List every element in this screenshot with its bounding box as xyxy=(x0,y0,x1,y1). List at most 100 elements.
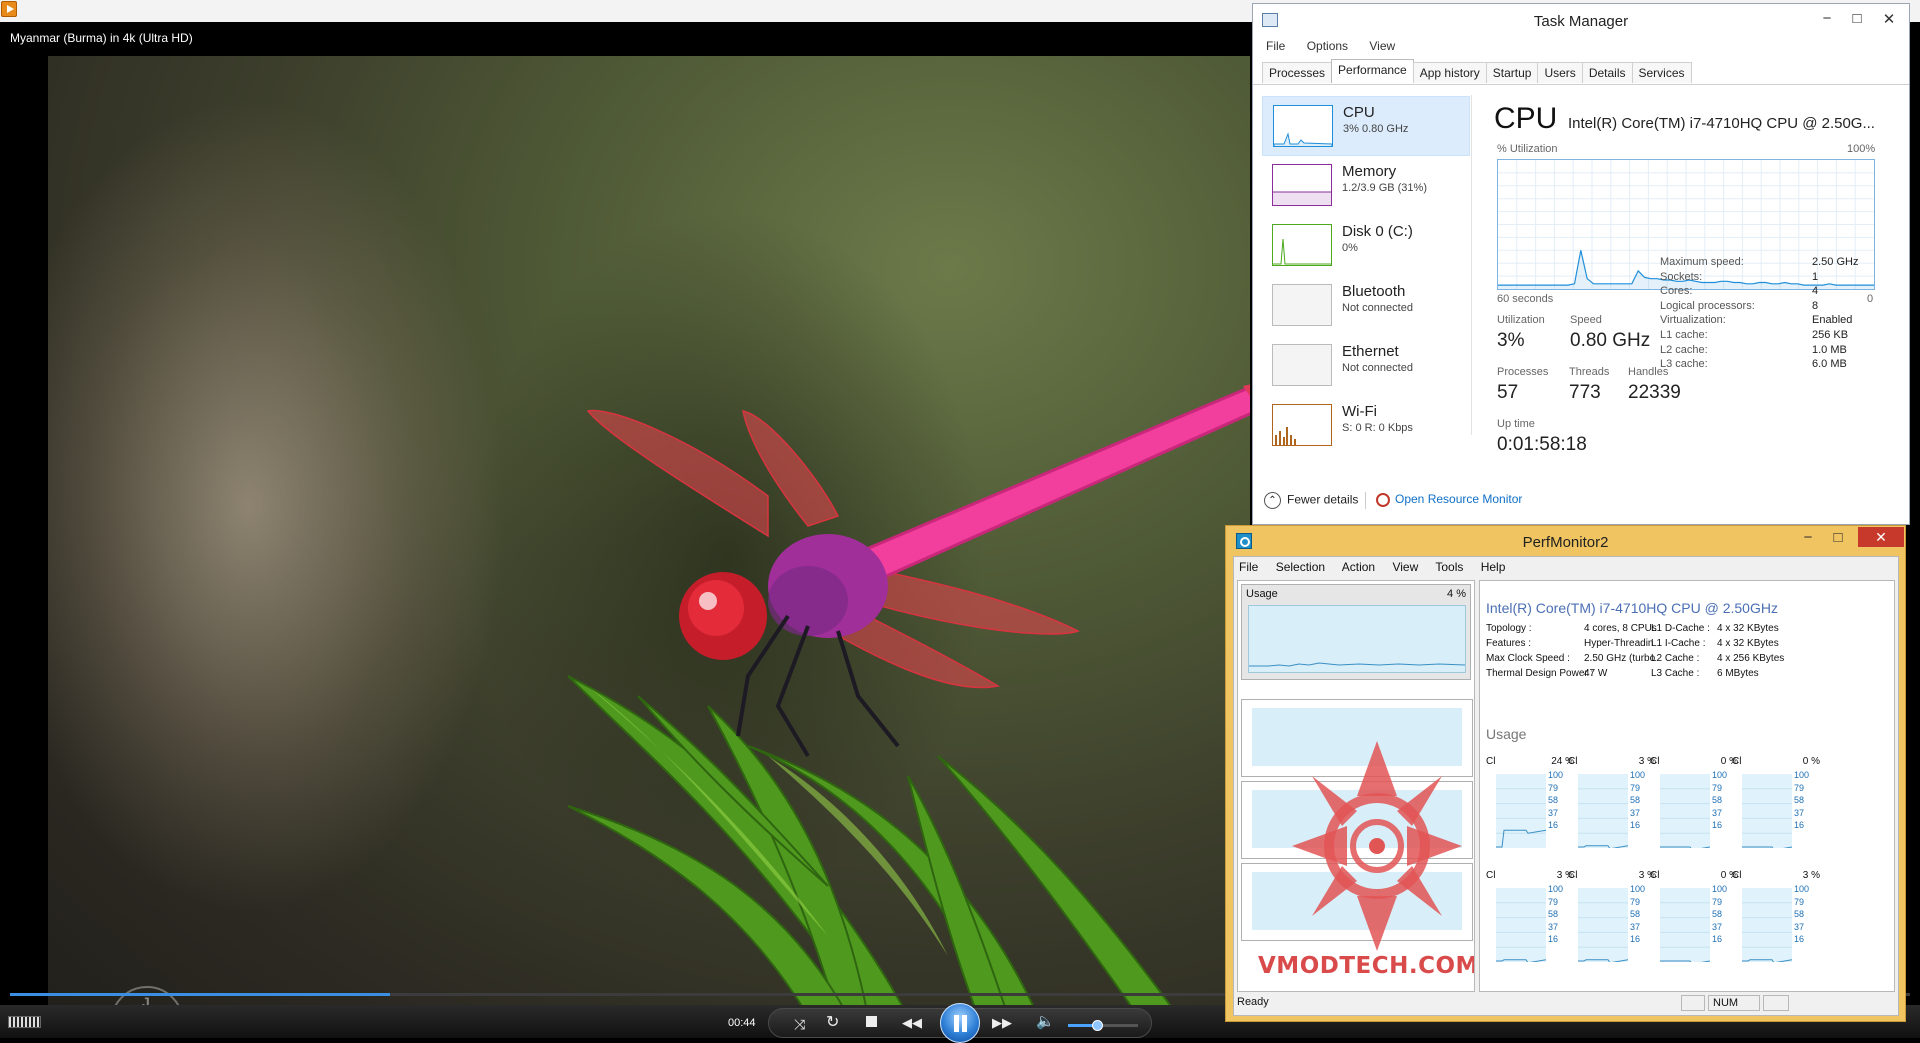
resource-item-disk[interactable]: Disk 0 (C:) 0% xyxy=(1262,216,1470,276)
resource-item-wifi[interactable]: Wi-Fi S: 0 R: 0 Kbps xyxy=(1262,396,1470,456)
maximize-button[interactable]: □ xyxy=(1843,10,1871,27)
tab-details[interactable]: Details xyxy=(1581,62,1633,83)
task-manager-titlebar[interactable]: Task Manager − □ ✕ xyxy=(1253,4,1909,37)
tab-startup[interactable]: Startup xyxy=(1485,62,1539,83)
core-usage-line xyxy=(1660,960,1711,965)
usage-summary-svg xyxy=(1249,662,1466,667)
cpu-model: Intel(R) Core(TM) i7-4710HQ CPU @ 2.50G.… xyxy=(1568,115,1875,132)
volume-icon[interactable]: 🔈 xyxy=(1036,1014,1055,1029)
minimize-button[interactable]: − xyxy=(1813,10,1841,27)
fewer-details-link[interactable]: ⌃ Fewer details xyxy=(1264,492,1358,509)
resource-item-bluetooth[interactable]: Bluetooth Not connected xyxy=(1262,276,1470,336)
core-usage-line xyxy=(1496,959,1547,964)
core-axis-tick: 16 xyxy=(1630,934,1641,944)
menu-action[interactable]: Action xyxy=(1342,560,1375,574)
spec-value: 47 W xyxy=(1584,668,1608,679)
menu-view[interactable]: View xyxy=(1369,39,1395,53)
resource-sub: Not connected xyxy=(1342,302,1413,314)
stop-icon[interactable] xyxy=(866,1016,877,1027)
switch-to-library-icon[interactable] xyxy=(8,1016,41,1028)
core-graph-svg xyxy=(1578,902,1629,964)
core-axis-tick: 58 xyxy=(1548,909,1559,919)
maximize-button[interactable]: □ xyxy=(1824,529,1852,546)
core-graph xyxy=(1578,888,1629,964)
core-axis-tick: 37 xyxy=(1630,921,1641,932)
usage-summary-box[interactable]: Usage 4 % xyxy=(1241,584,1471,680)
next-icon[interactable]: ▶▶ xyxy=(992,1016,1012,1030)
spec-value: 4 x 32 KBytes xyxy=(1717,638,1779,649)
spec-label: L2 cache: xyxy=(1660,343,1708,356)
spec-label: L1 D-Cache : xyxy=(1651,623,1710,634)
perfmonitor-menubar: File Selection Action View Tools Help xyxy=(1239,560,1519,574)
cpu-thumb-graph xyxy=(1273,132,1333,146)
menu-file[interactable]: File xyxy=(1239,560,1258,574)
core-graph-svg xyxy=(1496,902,1547,964)
core-axis-tick: 16 xyxy=(1794,934,1805,944)
tab-processes[interactable]: Processes xyxy=(1262,62,1333,83)
tab-performance[interactable]: Performance xyxy=(1331,59,1414,83)
core-usage-cell[interactable]: Cl 0 % 100 79 58 37 16 xyxy=(1732,756,1828,866)
bluetooth-thumbnail xyxy=(1272,284,1332,326)
stat-label-utilization: Utilization xyxy=(1497,314,1545,326)
previous-icon[interactable]: ◀◀ xyxy=(902,1016,922,1030)
core-axis-tick: 79 xyxy=(1630,896,1641,907)
core-usage-cell[interactable]: Cl 3 % 100 79 58 37 16 xyxy=(1732,870,1828,980)
core-axis-tick: 16 xyxy=(1548,820,1559,830)
perfmonitor-titlebar[interactable]: PerfMonitor2 − □ ✕ xyxy=(1226,526,1905,556)
shuffle-icon[interactable]: ⤨ xyxy=(794,1017,805,1031)
status-num: NUM xyxy=(1708,995,1760,1011)
spec-value: Enabled xyxy=(1812,314,1853,327)
menu-file[interactable]: File xyxy=(1266,39,1285,53)
resource-item-cpu[interactable]: CPU 3% 0.80 GHz xyxy=(1262,96,1470,156)
volume-slider[interactable] xyxy=(1068,1020,1138,1031)
open-resource-monitor-link[interactable]: Open Resource Monitor xyxy=(1376,492,1522,507)
core-axis-tick: 100 xyxy=(1548,884,1564,894)
spec-label: Topology : xyxy=(1486,623,1532,634)
spec-value: 1.0 MB xyxy=(1812,343,1847,356)
menu-tools[interactable]: Tools xyxy=(1435,560,1463,574)
spec-value: 2.50 GHz (turbo xyxy=(1584,653,1656,664)
spec-value: 4 x 32 KBytes xyxy=(1717,623,1779,634)
spec-label: Max Clock Speed : xyxy=(1486,653,1570,664)
stat-value-threads: 773 xyxy=(1569,382,1601,403)
menu-help[interactable]: Help xyxy=(1481,560,1506,574)
core-axis-tick: 37 xyxy=(1794,807,1805,818)
close-button[interactable]: ✕ xyxy=(1875,10,1903,28)
core-axis-tick: 58 xyxy=(1794,795,1805,805)
core-graph-svg xyxy=(1660,788,1711,851)
video-frame[interactable]: J K xyxy=(48,56,1250,1016)
spec-value: 8 xyxy=(1812,299,1819,312)
core-graph xyxy=(1578,774,1629,850)
core-graph xyxy=(1660,774,1711,851)
perfmonitor-client: File Selection Action View Tools Help Us… xyxy=(1233,556,1899,1016)
resource-name: CPU xyxy=(1343,104,1375,121)
repeat-icon[interactable]: ↻ xyxy=(826,1015,839,1031)
chevron-up-icon: ⌃ xyxy=(1264,492,1281,509)
tab-app-history[interactable]: App history xyxy=(1412,62,1487,83)
disk-thumbnail xyxy=(1272,224,1332,266)
close-button[interactable]: ✕ xyxy=(1858,527,1904,547)
tab-users[interactable]: Users xyxy=(1537,62,1583,83)
resource-sub: Not connected xyxy=(1342,362,1413,374)
resource-item-ethernet[interactable]: Ethernet Not connected xyxy=(1262,336,1470,396)
menu-selection[interactable]: Selection xyxy=(1276,560,1325,574)
time-display: 00:44 xyxy=(728,1017,756,1029)
vmodtech-watermark: VMODTECH.COM xyxy=(1258,953,1475,979)
spec-label: L3 cache: xyxy=(1660,358,1708,371)
resource-item-memory[interactable]: Memory 1.2/3.9 GB (31%) xyxy=(1262,156,1470,216)
pause-button[interactable] xyxy=(940,1003,980,1043)
menu-options[interactable]: Options xyxy=(1307,39,1348,53)
menu-view[interactable]: View xyxy=(1392,560,1418,574)
usage-heading: Usage xyxy=(1486,726,1527,742)
tab-services[interactable]: Services xyxy=(1631,62,1692,83)
spec-value: 2.50 GHz xyxy=(1812,256,1859,268)
core-axis-tick: 58 xyxy=(1630,795,1641,805)
minimize-button[interactable]: − xyxy=(1794,529,1822,546)
core-usage-line xyxy=(1742,959,1793,964)
resource-name: Memory xyxy=(1342,163,1397,180)
core-graph xyxy=(1496,774,1547,848)
core-axis-tick: 37 xyxy=(1630,807,1641,818)
core-axis-tick: 79 xyxy=(1794,896,1805,907)
media-player-app-icon[interactable] xyxy=(1,1,17,17)
core-label: Cl xyxy=(1486,870,1496,881)
